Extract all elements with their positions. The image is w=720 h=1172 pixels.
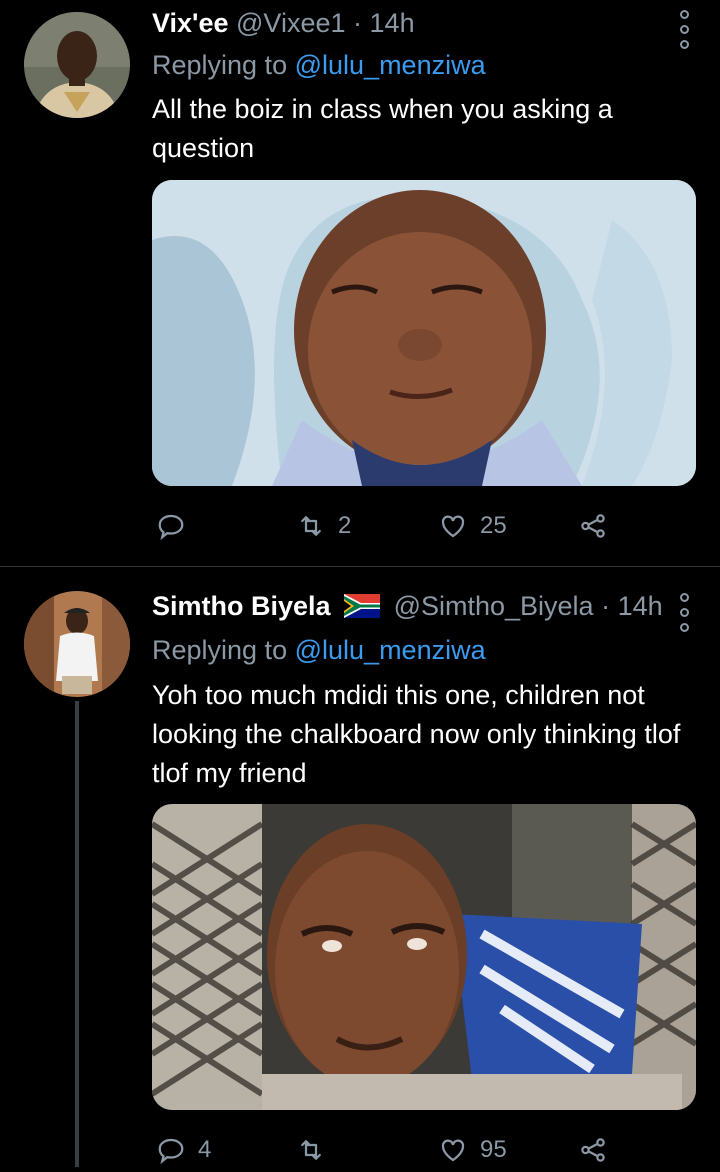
like-button[interactable]: 25: [438, 504, 507, 548]
reply-button[interactable]: 4: [156, 1128, 211, 1172]
tweet-actions: 4 95: [152, 1128, 696, 1172]
heart-icon: [441, 1139, 465, 1162]
tweet-header: Simtho Biyela @Simtho_Biyela · 14h: [152, 589, 663, 623]
replying-to-handle[interactable]: @lulu_menziwa: [295, 50, 486, 80]
avatar[interactable]: [24, 591, 130, 697]
reply-icon: [158, 514, 184, 541]
heart-icon: [441, 515, 465, 538]
reply-count: 4: [198, 1136, 212, 1163]
photo-baby-icon: [152, 180, 696, 486]
timestamp[interactable]: 14h: [370, 8, 415, 38]
thread-line: [75, 701, 79, 1167]
avatar[interactable]: [24, 12, 130, 118]
more-options-icon[interactable]: [678, 10, 690, 49]
retweet-icon: [301, 516, 321, 536]
tweet-text: All the boiz in class when you asking a …: [152, 94, 613, 163]
share-icon: [581, 514, 605, 538]
tweet-actions: 2 25: [152, 504, 696, 548]
display-name[interactable]: Vix'ee: [152, 8, 229, 38]
retweet-icon: [301, 1140, 321, 1160]
replying-to: Replying to @lulu_menziwa: [152, 48, 486, 82]
timestamp[interactable]: 14h: [618, 591, 663, 621]
like-button[interactable]: 95: [438, 1128, 507, 1172]
tweet-text: Yoh too much mdidi this one, children no…: [152, 680, 681, 788]
retweet-button[interactable]: 2: [296, 504, 351, 548]
tweet-media-image[interactable]: [152, 804, 696, 1110]
separator: ·: [601, 591, 611, 621]
user-handle[interactable]: @Vixee1: [236, 8, 345, 38]
tweet-header: Vix'ee @Vixee1 · 14h: [152, 6, 660, 40]
reply-icon: [158, 1138, 184, 1165]
user-handle[interactable]: @Simtho_Biyela: [394, 591, 594, 621]
tweet-1[interactable]: Vix'ee @Vixee1 · 14h Replying to @lulu_m…: [0, 0, 720, 565]
tweet-media-image[interactable]: [152, 180, 696, 486]
south-africa-flag-icon: [344, 594, 381, 618]
retweet-button[interactable]: [296, 1128, 338, 1172]
more-options-icon[interactable]: [678, 593, 690, 632]
retweet-count: 2: [338, 512, 352, 539]
share-button[interactable]: [578, 1128, 608, 1172]
like-count: 25: [480, 512, 507, 539]
share-button[interactable]: [578, 504, 608, 548]
like-count: 95: [480, 1136, 507, 1163]
separator: ·: [353, 8, 363, 38]
replying-to-handle[interactable]: @lulu_menziwa: [295, 635, 486, 665]
share-icon: [581, 1138, 605, 1162]
reply-button[interactable]: [156, 504, 198, 548]
display-name[interactable]: Simtho Biyela: [152, 591, 331, 621]
tweet-2[interactable]: Simtho Biyela @Simtho_Biyela · 14h Reply…: [0, 567, 720, 1167]
replying-to-label: Replying to: [152, 635, 288, 665]
replying-to-label: Replying to: [152, 50, 288, 80]
replying-to: Replying to @lulu_menziwa: [152, 633, 486, 667]
photo-man-at-window-icon: [152, 804, 696, 1110]
